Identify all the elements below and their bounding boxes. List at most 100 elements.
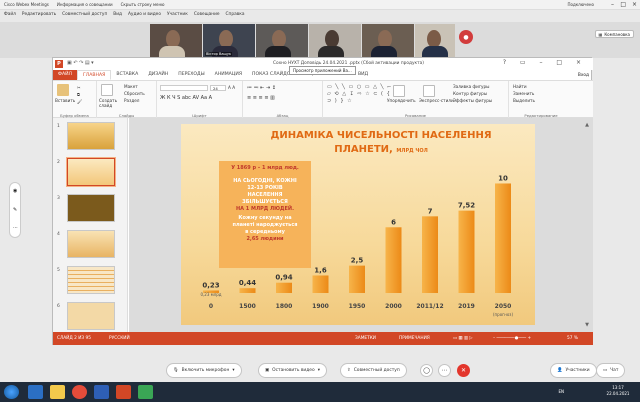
tab-design[interactable]: ДИЗАЙН bbox=[143, 70, 173, 80]
tab-transitions[interactable]: ПЕРЕХОДЫ bbox=[173, 70, 209, 80]
layout-button-ppt[interactable]: Макет bbox=[124, 84, 138, 89]
find-button[interactable]: Найти bbox=[513, 84, 527, 89]
tab-view[interactable]: ВИД bbox=[353, 70, 373, 80]
arrange-button[interactable]: Упорядочить bbox=[387, 98, 416, 103]
maximize-icon[interactable]: □ bbox=[620, 1, 626, 8]
current-slide[interactable]: 0,23 0 0,44 1500 0,94 1800 1,6 1900 2,5 1950 6 2000… bbox=[181, 124, 535, 325]
more-options-button[interactable]: ⋯ bbox=[438, 364, 451, 377]
quick-styles-icon[interactable] bbox=[423, 85, 435, 97]
taskbar-chrome-icon[interactable] bbox=[72, 385, 87, 399]
slide-thumbnail-6[interactable] bbox=[67, 302, 115, 330]
window-controls[interactable]: ? ▭ – □ × bbox=[503, 59, 587, 66]
annotation-icon[interactable]: ◉ bbox=[13, 188, 17, 194]
font-style-buttons[interactable]: Ж К Ч S abc AV Aa A bbox=[160, 95, 212, 101]
keyboard-language[interactable]: EN bbox=[558, 389, 564, 394]
taskbar-word-icon[interactable] bbox=[94, 385, 109, 399]
slide-thumbnail-2[interactable] bbox=[67, 158, 115, 186]
close-icon[interactable]: × bbox=[632, 1, 637, 8]
reset-button[interactable]: Сбросить bbox=[124, 91, 145, 96]
scroll-up-icon[interactable]: ▲ bbox=[585, 122, 589, 128]
replace-button[interactable]: Заменить bbox=[513, 91, 534, 96]
slide-thumbnail-3[interactable] bbox=[67, 194, 115, 222]
select-button[interactable]: Выделить bbox=[513, 98, 535, 103]
shape-outline-button[interactable]: Контур фигуры bbox=[453, 91, 487, 96]
video-tile-5[interactable] bbox=[362, 24, 414, 57]
cut-icon[interactable]: ✂ bbox=[77, 85, 81, 90]
view-buttons[interactable]: ▭ ▦ ▥ ▷ bbox=[453, 336, 473, 341]
record-button[interactable]: ◯ bbox=[420, 364, 433, 377]
quick-styles-button[interactable]: Экспресс-стили bbox=[419, 98, 454, 103]
comments-button[interactable]: ПРИМЕЧАНИЯ bbox=[399, 336, 430, 341]
shapes-gallery[interactable]: ▭ ╲ ╲ ▭ ○ ▭ △ ╲ ⌐ ▱ ⟲ △ ↧ ⇨ ☆ ⊂ ( {⊃ ) } … bbox=[327, 84, 392, 105]
participants-button[interactable]: 👤 Участники bbox=[550, 363, 597, 378]
arrange-icon[interactable] bbox=[393, 85, 405, 97]
tab-animation[interactable]: АНИМАЦИЯ bbox=[210, 70, 247, 80]
start-button-icon[interactable] bbox=[4, 385, 19, 399]
menu-share[interactable]: Совместный доступ bbox=[62, 12, 107, 21]
video-tile-4[interactable] bbox=[309, 24, 361, 57]
clock-date: 22.04.2021 bbox=[606, 391, 630, 396]
menu-help[interactable]: Справка bbox=[226, 12, 245, 21]
font-name-select[interactable] bbox=[160, 85, 208, 91]
new-slide-button[interactable]: Создать слайд bbox=[99, 98, 121, 108]
zoom-level[interactable]: 57 % bbox=[567, 336, 578, 341]
tab-file[interactable]: ФАЙЛ bbox=[53, 70, 77, 80]
shape-fill-button[interactable]: Заливка фигуры bbox=[453, 84, 490, 89]
slide-title-line1: ДИНАМІКА ЧИСЕЛЬНОСТІ НАСЕЛЕННЯ bbox=[270, 130, 492, 141]
participant-body bbox=[265, 46, 292, 57]
paste-icon[interactable] bbox=[57, 84, 69, 96]
unmute-button[interactable]: 🎙 Включить микрофон ▾ bbox=[166, 363, 242, 378]
microphone-icon: 🎙 bbox=[173, 368, 179, 373]
menu-file[interactable]: Файл bbox=[4, 12, 16, 21]
system-clock[interactable]: 13:17 22.04.2021 bbox=[602, 385, 634, 397]
quick-access-icons[interactable]: ▣ ↶ ↷ ▤ ▾ bbox=[67, 60, 94, 66]
menu-edit[interactable]: Редактировать bbox=[22, 12, 56, 21]
hide-menu-link[interactable]: Скрыть строку меню bbox=[121, 2, 165, 7]
copy-icon[interactable]: ⧉ bbox=[77, 92, 80, 97]
video-tile-1[interactable] bbox=[150, 24, 202, 57]
grow-font-icon[interactable]: A A bbox=[228, 85, 235, 90]
chat-button[interactable]: ▭ Чат bbox=[596, 363, 626, 378]
taskbar-powerpoint-icon[interactable] bbox=[116, 385, 131, 399]
slide-thumbnail-4[interactable] bbox=[67, 230, 115, 258]
font-size-select[interactable]: 24 bbox=[210, 85, 226, 91]
layout-button[interactable]: ▦ Компановка bbox=[594, 30, 634, 38]
self-avatar[interactable]: ● bbox=[459, 30, 473, 44]
language-indicator[interactable]: РУССКИЙ bbox=[109, 336, 130, 341]
login-link[interactable]: Вход bbox=[578, 73, 589, 78]
video-tile-2[interactable]: Віктор Ващук bbox=[203, 24, 255, 57]
align-buttons[interactable]: ≡ ≡ ≡ ≡ ▥ bbox=[247, 95, 275, 101]
section-button[interactable]: Раздел bbox=[124, 98, 139, 103]
stop-video-button[interactable]: ▣ Остановить видео ▾ bbox=[258, 363, 327, 378]
menu-meeting[interactable]: Совещание bbox=[194, 12, 220, 21]
first-bar-note: 0,23 млрд bbox=[200, 292, 221, 297]
menu-view[interactable]: Вид bbox=[113, 12, 122, 21]
format-painter-icon[interactable]: 🖌 bbox=[77, 99, 82, 105]
share-button[interactable]: ⇪ Совместный доступ bbox=[340, 363, 407, 378]
pointer-icon[interactable]: ✎ bbox=[13, 207, 17, 213]
slide-thumbnail-1[interactable] bbox=[67, 122, 115, 150]
paste-button[interactable]: Вставить bbox=[55, 98, 75, 103]
minimize-icon[interactable]: – bbox=[611, 1, 614, 8]
slide-editing-area[interactable]: 0,23 0 0,44 1500 0,94 1800 1,6 1900 2,5 1950 6 2000… bbox=[129, 118, 593, 332]
slide-thumbnails-panel[interactable]: 1 2 3 4 5 6 bbox=[53, 118, 128, 332]
scroll-down-icon[interactable]: ▼ bbox=[585, 322, 589, 328]
new-slide-icon[interactable] bbox=[101, 84, 113, 96]
video-tile-3[interactable] bbox=[256, 24, 308, 57]
shape-effects-button[interactable]: Эффекты фигуры bbox=[453, 98, 492, 103]
session-info-link[interactable]: Информация о совещании bbox=[57, 2, 113, 7]
menu-participant[interactable]: Участник bbox=[167, 12, 188, 21]
tab-insert[interactable]: ВСТАВКА bbox=[111, 70, 143, 80]
taskbar-explorer-icon[interactable] bbox=[50, 385, 65, 399]
end-meeting-button[interactable]: ✕ bbox=[457, 364, 470, 377]
notes-button[interactable]: ЗАМЕТКИ bbox=[355, 336, 376, 341]
menu-audio-video[interactable]: Аудио и видео bbox=[128, 12, 161, 21]
zoom-slider[interactable]: – ───────●─── + bbox=[493, 336, 531, 341]
taskbar-ie-icon[interactable] bbox=[28, 385, 43, 399]
more-icon[interactable]: ⋯ bbox=[13, 225, 18, 231]
slide-thumbnail-5[interactable] bbox=[67, 266, 115, 294]
taskbar-webex-icon[interactable] bbox=[138, 385, 153, 399]
tab-home[interactable]: ГЛАВНАЯ bbox=[77, 70, 112, 80]
video-tile-6[interactable] bbox=[415, 24, 455, 57]
list-buttons[interactable]: ≔ ≕ ⇤ ⇥ ↕ bbox=[247, 85, 276, 91]
